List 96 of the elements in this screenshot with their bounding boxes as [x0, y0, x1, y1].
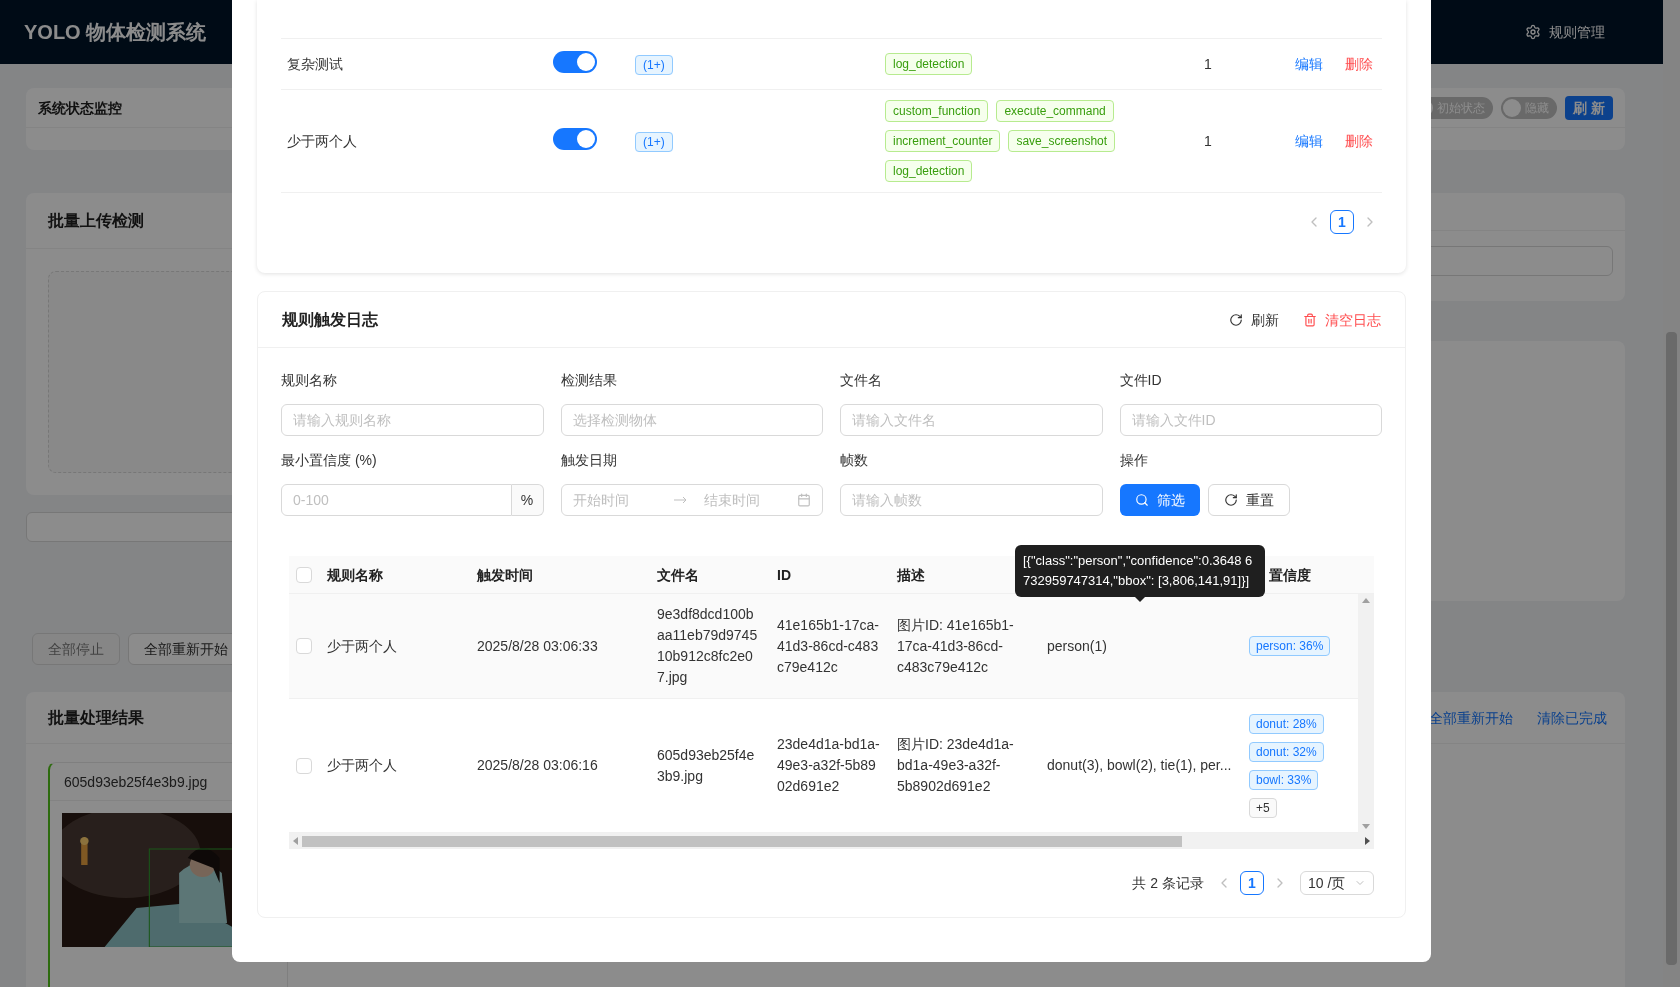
- filter-label: 帧数: [840, 451, 869, 470]
- results-link[interactable]: 清除已完成: [1537, 707, 1607, 728]
- table-cell: 41e165b1-17ca-41d3-86cd-c483c79e412c: [777, 616, 879, 675]
- action-tag: execute_command: [996, 100, 1114, 122]
- table-cell: 23de4d1a-bd1a-49e3-a32f-5b8902d691e2: [777, 736, 880, 794]
- page-button[interactable]: 1: [1330, 210, 1354, 234]
- edit-link[interactable]: 编辑: [1295, 131, 1323, 151]
- filter-field[interactable]: 请输入规则名称: [281, 404, 544, 436]
- vertical-scrollbar[interactable]: [1358, 594, 1374, 833]
- tooltip: [{"class":"person","confidence":0.3648 6732959747314,"bbox": [3,806,141,91]}]: [1015, 545, 1265, 597]
- filter-label: 检测结果: [560, 371, 618, 390]
- table-cell: person(1): [1047, 637, 1107, 654]
- scroll-up-icon: [1362, 598, 1370, 603]
- filter-field[interactable]: 请输入文件ID: [1119, 404, 1382, 436]
- refresh-icon: [1229, 312, 1243, 327]
- filter-label: 文件名: [840, 371, 883, 390]
- file-name: 605d93eb25f4e3b9.jpg: [64, 772, 208, 792]
- results-link[interactable]: 全部重新开始: [1429, 707, 1513, 728]
- filter-label: 最小置信度 (%): [281, 451, 378, 470]
- table-cell: 图片ID: 23de4d1a-bd1a-49e3-a32f-5b8902d691e2: [897, 736, 1014, 794]
- table-cell: 9e3df8dcd100baa11eb79d974510b912c8fc2e07.jpg: [657, 606, 758, 685]
- scroll-left-icon: [293, 837, 298, 845]
- percent-addon: %: [511, 484, 544, 516]
- condition-tag: (1+): [635, 55, 673, 75]
- edit-link[interactable]: 编辑: [1295, 54, 1323, 74]
- column-header: 置信度: [1269, 566, 1311, 583]
- action-tag: increment_counter: [885, 130, 1001, 152]
- confidence-tag: donut: 28%: [1249, 713, 1324, 734]
- arrow-icon: [673, 496, 688, 504]
- action-tag: log_detection: [885, 53, 973, 75]
- column-header: 文件名: [657, 566, 699, 583]
- toggle-switch[interactable]: [553, 127, 597, 150]
- filter-label: 规则名称: [281, 371, 338, 390]
- column-header: 描述: [897, 566, 925, 583]
- column-header: 规则名称: [327, 566, 383, 583]
- action-tag: custom_function: [885, 100, 989, 122]
- scroll-down-icon: [1362, 824, 1370, 829]
- checkbox[interactable]: [296, 638, 312, 654]
- clear-log-button[interactable]: 清空日志: [1303, 309, 1381, 330]
- end-date-placeholder: 结束时间: [703, 491, 761, 510]
- filter-field[interactable]: 请输入帧数: [840, 484, 1103, 516]
- tooltip-arrow: [1134, 596, 1146, 602]
- trigger-count: 1: [1203, 132, 1213, 151]
- confidence-tag: donut: 32%: [1249, 741, 1324, 762]
- checkbox[interactable]: [296, 566, 312, 583]
- horizontal-scrollbar[interactable]: [289, 833, 1374, 849]
- rule-name: 少于两个人: [286, 132, 358, 151]
- delete-link[interactable]: 删除: [1345, 131, 1373, 151]
- confidence-tag: person: 36%: [1249, 636, 1331, 656]
- table-cell: donut(3), bowl(2), tie(1), per...: [1047, 757, 1232, 773]
- refresh-button[interactable]: 刷新: [1229, 309, 1279, 330]
- table-cell: 2025/8/28 03:06:33: [477, 637, 598, 654]
- filter-label: 操作: [1119, 451, 1149, 470]
- table-cell: 少于两个人: [327, 757, 397, 773]
- action-tag: log_detection: [885, 160, 973, 182]
- more-tag[interactable]: +5: [1249, 797, 1277, 818]
- scroll-right-icon: [1365, 837, 1370, 845]
- start-date-placeholder: 开始时间: [572, 491, 630, 510]
- card-title: 批量上传检测: [48, 210, 144, 231]
- filter-label: 文件ID: [1119, 371, 1163, 390]
- rule-name: 复杂测试: [286, 55, 344, 74]
- filter-field[interactable]: 请输入文件名: [840, 404, 1103, 436]
- card-title: 规则触发日志: [282, 309, 378, 330]
- settings-icon: [1525, 24, 1541, 40]
- condition-tag: (1+): [635, 132, 673, 152]
- toggle-switch[interactable]: [553, 50, 597, 73]
- table-row[interactable]: 少于两个人 2025/8/28 03:06:33 9e3df8dcd100baa11eb79d974510b912c8fc2e07.jpg 41e165b1-17ca-41d3-86cd-c483c79e412c 图片ID: 41e165b1-17ca-41d3-86cd-c483c79e412c person(1) person: 36%: [289, 594, 1358, 699]
- total-records: 共 2 条记录: [1132, 874, 1204, 893]
- app-title: YOLO 物体检测系统: [24, 20, 207, 45]
- checkbox[interactable]: [296, 757, 312, 774]
- trash-icon: [1303, 312, 1317, 327]
- delete-link[interactable]: 删除: [1345, 54, 1373, 74]
- page-scrollbar[interactable]: [1663, 0, 1680, 987]
- table-cell: 少于两个人: [327, 637, 397, 654]
- card-title: 批量处理结果: [48, 707, 144, 728]
- card-title: 系统状态监控: [38, 98, 122, 118]
- page-button[interactable]: 1: [1240, 871, 1264, 895]
- table-cell: 605d93eb25f4e3b9.jpg: [657, 746, 755, 784]
- refresh-button[interactable]: 刷 新: [1565, 95, 1613, 120]
- column-header: 触发时间: [477, 566, 533, 583]
- rules-nav-item[interactable]: 规则管理: [1525, 22, 1605, 42]
- table-cell: 图片ID: 41e165b1-17ca-41d3-86cd-c483c79e412c: [897, 616, 1014, 675]
- page-size-select[interactable]: 10 /页: [1300, 871, 1374, 895]
- calendar-icon: [797, 493, 811, 507]
- reset-icon: [1223, 493, 1238, 507]
- search-icon: [1134, 493, 1149, 507]
- table-cell: 2025/8/28 03:06:16: [477, 757, 598, 773]
- confidence-tag: bowl: 33%: [1249, 769, 1319, 790]
- filter-field[interactable]: 选择检测物体: [560, 404, 823, 436]
- confidence-field[interactable]: 0-100: [281, 484, 512, 516]
- trigger-count: 1: [1203, 55, 1213, 74]
- filter-label: 触发日期: [560, 451, 618, 470]
- action-tag: save_screenshot: [1008, 130, 1116, 152]
- column-header: ID: [777, 566, 791, 583]
- reset-button[interactable]: 重置: [1207, 484, 1290, 516]
- filter-button[interactable]: 筛选: [1119, 484, 1200, 516]
